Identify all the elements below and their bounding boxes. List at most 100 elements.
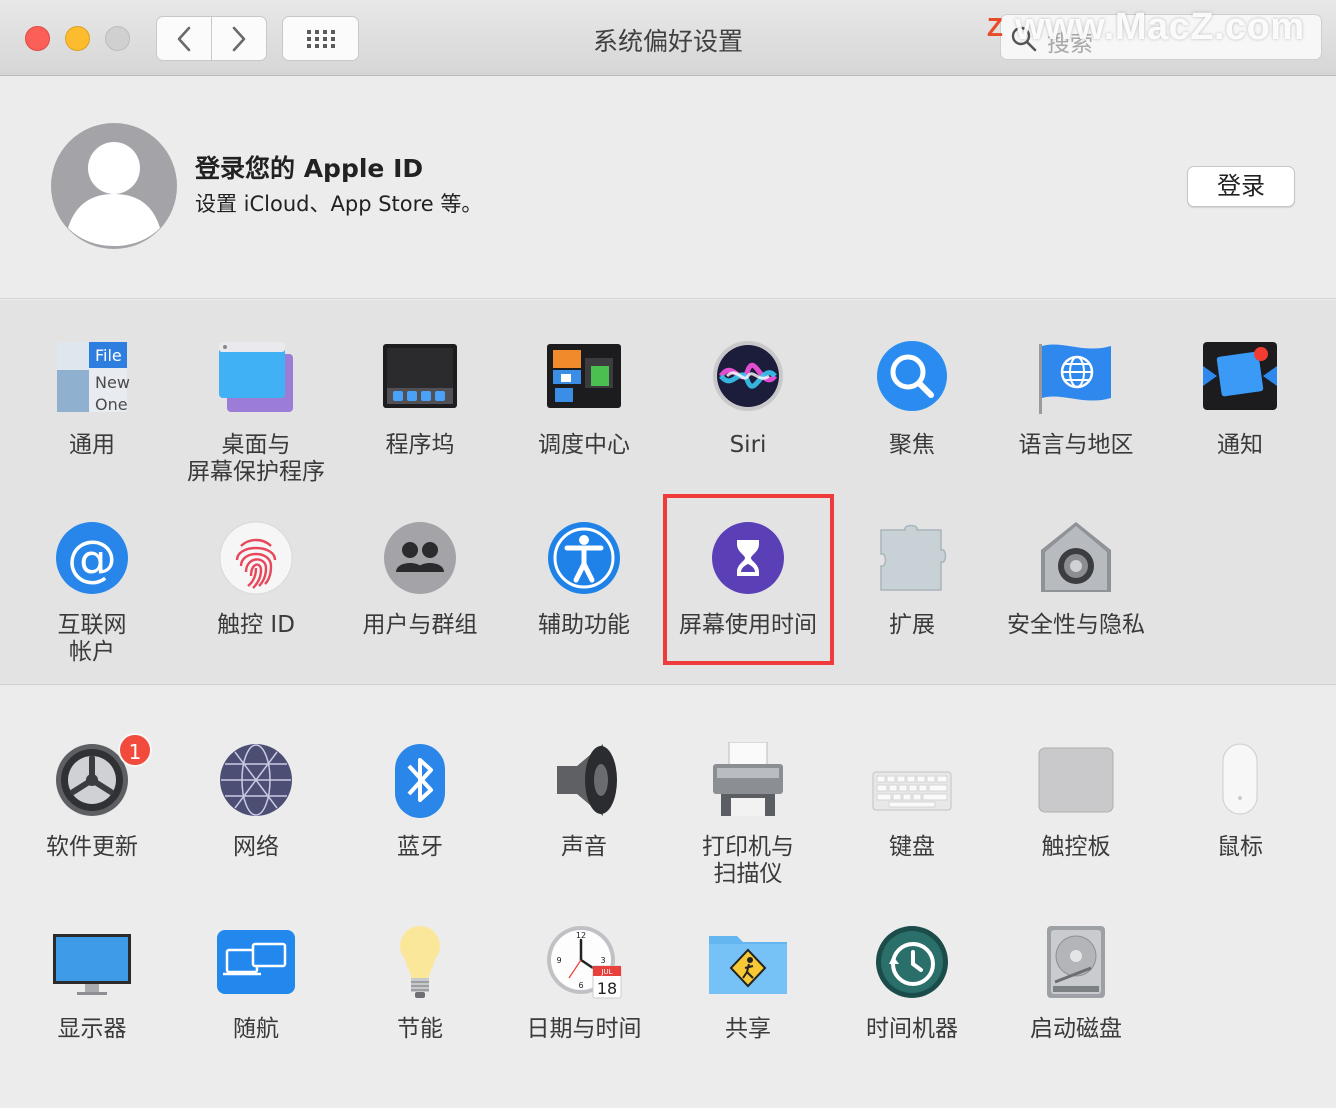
apple-id-header: 登录您的 Apple ID 设置 iCloud、App Store 等。 登录 bbox=[0, 77, 1336, 299]
extensions-icon bbox=[871, 520, 953, 602]
pref-label: 扩展 bbox=[889, 612, 935, 638]
window-title: 系统偏好设置 bbox=[592, 27, 743, 56]
svg-text:6: 6 bbox=[578, 981, 583, 990]
date-time-icon: 12 3 6 9 JUL 18 bbox=[543, 924, 625, 1006]
pref-internet-accounts[interactable]: @ 互联网 帐户 bbox=[10, 520, 174, 666]
pref-sidecar[interactable]: 随航 bbox=[174, 924, 338, 1043]
pref-extensions[interactable]: 扩展 bbox=[830, 520, 994, 639]
navigation-buttons bbox=[156, 16, 267, 61]
title-bar: 系统偏好设置 搜索 Z www.MacZ.com bbox=[0, 0, 1336, 76]
pref-sharing[interactable]: 共享 bbox=[666, 924, 830, 1043]
pref-label: 触控 ID bbox=[217, 612, 295, 638]
pref-spotlight[interactable]: 聚焦 bbox=[830, 340, 994, 459]
svg-text:12: 12 bbox=[576, 931, 586, 940]
pref-label: 蓝牙 bbox=[397, 834, 443, 860]
avatar[interactable] bbox=[50, 122, 178, 250]
accessibility-icon bbox=[543, 520, 625, 602]
pref-date-time[interactable]: 12 3 6 9 JUL 18 日期与时间 bbox=[502, 924, 666, 1043]
pref-label: 程序坞 bbox=[385, 432, 455, 458]
sharing-icon bbox=[707, 924, 789, 1006]
back-button[interactable] bbox=[157, 17, 211, 60]
chevron-right-icon bbox=[232, 26, 246, 51]
watermark-text: www.MacZ.com bbox=[1015, 6, 1305, 48]
energy-saver-icon bbox=[379, 924, 461, 1006]
pref-label: 网络 bbox=[233, 834, 279, 860]
pref-energy-saver[interactable]: 节能 bbox=[338, 924, 502, 1043]
dock-icon bbox=[379, 340, 461, 422]
pref-label: 启动磁盘 bbox=[1030, 1016, 1122, 1042]
network-icon bbox=[215, 742, 297, 824]
pref-label: 语言与地区 bbox=[1018, 432, 1134, 458]
pref-label: 日期与时间 bbox=[526, 1016, 642, 1042]
pref-label: 共享 bbox=[725, 1016, 771, 1042]
bluetooth-icon bbox=[379, 742, 461, 824]
pref-label: 键盘 bbox=[889, 834, 935, 860]
time-machine-icon bbox=[871, 924, 953, 1006]
svg-text:@: @ bbox=[67, 530, 117, 588]
pref-security-privacy[interactable]: 安全性与隐私 bbox=[994, 520, 1158, 639]
pref-label: 触控板 bbox=[1041, 834, 1111, 860]
security-privacy-icon bbox=[1035, 520, 1117, 602]
pref-desktop-screensaver[interactable]: 桌面与 屏幕保护程序 bbox=[174, 340, 338, 486]
touch-id-icon bbox=[215, 520, 297, 602]
mission-control-icon bbox=[543, 340, 625, 422]
watermark-logo: Z bbox=[987, 12, 1003, 42]
svg-text:18: 18 bbox=[597, 979, 617, 998]
minimize-button[interactable] bbox=[65, 26, 90, 51]
pref-time-machine[interactable]: 时间机器 bbox=[830, 924, 994, 1043]
pref-label: 安全性与隐私 bbox=[1007, 612, 1145, 638]
svg-text:9: 9 bbox=[556, 956, 561, 965]
pref-label: 用户与群组 bbox=[362, 612, 478, 638]
svg-text:One: One bbox=[95, 395, 128, 414]
notifications-icon bbox=[1199, 340, 1281, 422]
pref-siri[interactable]: Siri bbox=[666, 340, 830, 459]
language-region-icon bbox=[1035, 340, 1117, 422]
trackpad-icon bbox=[1035, 742, 1117, 824]
pref-touch-id[interactable]: 触控 ID bbox=[174, 520, 338, 639]
pref-accessibility[interactable]: 辅助功能 bbox=[502, 520, 666, 639]
internet-accounts-icon: @ bbox=[51, 520, 133, 602]
svg-text:File: File bbox=[95, 346, 122, 365]
pref-trackpad[interactable]: 触控板 bbox=[994, 742, 1158, 861]
pref-mouse[interactable]: 鼠标 bbox=[1158, 742, 1322, 861]
close-button[interactable] bbox=[25, 26, 50, 51]
forward-button[interactable] bbox=[211, 17, 266, 60]
pref-label: Siri bbox=[729, 432, 767, 458]
pref-label: 鼠标 bbox=[1217, 834, 1263, 860]
pref-language-region[interactable]: 语言与地区 bbox=[994, 340, 1158, 459]
mouse-icon bbox=[1199, 742, 1281, 824]
pref-startup-disk[interactable]: 启动磁盘 bbox=[994, 924, 1158, 1043]
keyboard-icon bbox=[871, 742, 953, 824]
show-all-button[interactable] bbox=[282, 16, 359, 61]
svg-text:3: 3 bbox=[600, 956, 605, 965]
pref-mission-control[interactable]: 调度中心 bbox=[502, 340, 666, 459]
pref-displays[interactable]: 显示器 bbox=[10, 924, 174, 1043]
pref-label: 软件更新 bbox=[46, 834, 138, 860]
pref-label: 随航 bbox=[233, 1016, 279, 1042]
pref-label: 辅助功能 bbox=[538, 612, 630, 638]
pref-label: 时间机器 bbox=[866, 1016, 958, 1042]
apple-id-subtitle: 设置 iCloud、App Store 等。 bbox=[195, 192, 483, 216]
zoom-button[interactable] bbox=[105, 26, 130, 51]
apple-id-title: 登录您的 Apple ID bbox=[195, 154, 424, 183]
pref-keyboard[interactable]: 键盘 bbox=[830, 742, 994, 861]
users-groups-icon bbox=[379, 520, 461, 602]
startup-disk-icon bbox=[1035, 924, 1117, 1006]
printers-scanners-icon bbox=[707, 741, 789, 824]
update-count-badge: 1 bbox=[118, 733, 152, 767]
pref-general[interactable]: File New One 通用 bbox=[10, 340, 174, 459]
pref-bluetooth[interactable]: 蓝牙 bbox=[338, 742, 502, 861]
login-button[interactable]: 登录 bbox=[1187, 166, 1295, 207]
chevron-left-icon bbox=[177, 26, 191, 51]
pref-sound[interactable]: 声音 bbox=[502, 742, 666, 861]
pref-label: 打印机与 扫描仪 bbox=[702, 834, 794, 887]
pref-dock[interactable]: 程序坞 bbox=[338, 340, 502, 459]
general-icon: File New One bbox=[51, 340, 133, 422]
pref-users-groups[interactable]: 用户与群组 bbox=[338, 520, 502, 639]
pref-label: 通用 bbox=[69, 432, 115, 458]
svg-text:New: New bbox=[95, 373, 130, 392]
pref-printers-scanners[interactable]: 打印机与 扫描仪 bbox=[666, 741, 830, 888]
pref-software-update[interactable]: 软件更新 bbox=[10, 742, 174, 861]
pref-network[interactable]: 网络 bbox=[174, 742, 338, 861]
pref-notifications[interactable]: 通知 bbox=[1158, 340, 1322, 459]
